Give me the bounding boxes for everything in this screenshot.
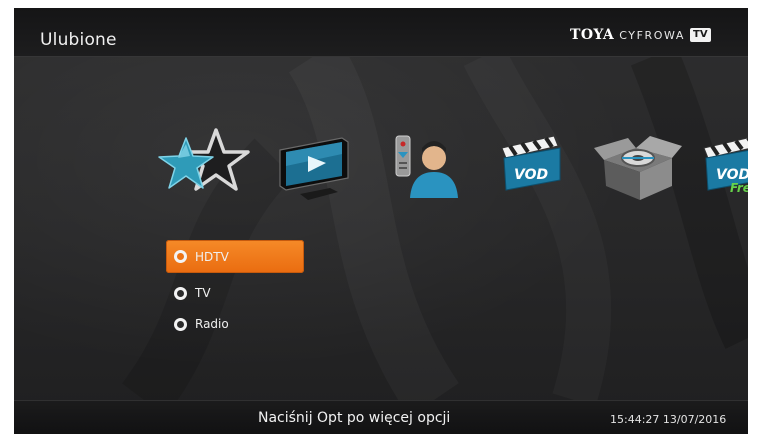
free-badge: Free [730,181,748,195]
bottom-bar: Naciśnij Opt po więcej opcji 15:44:27 13… [14,400,748,434]
category-carousel: VOD VOD Free [14,118,748,218]
menu-item-tv[interactable]: TV [166,279,211,307]
options-hint: Naciśnij Opt po więcej opcji [258,410,451,426]
brand-logo: TOYA CYFROWA TV [570,25,711,45]
brand-badge: TV [690,28,711,42]
vod-label: VOD [514,167,548,183]
menu-item-label: Radio [195,317,229,331]
screen-title: Ulubione [40,30,117,50]
brand-name: TOYA [570,27,615,43]
clapperboard-free-icon: VOD Free [703,137,748,195]
category-favorites[interactable] [156,118,256,218]
box-film-icon [594,136,682,200]
menu-item-radio[interactable]: Radio [166,310,229,338]
star-icon [158,128,250,191]
category-archive[interactable] [588,118,688,218]
radio-button-icon [174,286,187,300]
category-tv[interactable] [270,118,370,218]
radio-button-icon [174,250,187,263]
category-user[interactable] [376,118,476,218]
tv-play-icon [279,137,349,200]
brand-suffix: CYFROWA [619,28,686,42]
clock: 15:44:27 13/07/2016 [610,413,727,426]
radio-button-icon [174,317,187,331]
menu-item-label: HDTV [195,249,229,264]
category-vod[interactable]: VOD [484,118,584,218]
favorites-screen: Ulubione TOYA CYFROWA TV VOD VOD Fr HDTV… [14,8,748,434]
menu-item-label: TV [195,286,211,300]
user-remote-icon [395,135,458,198]
clapperboard-icon: VOD [501,135,561,191]
top-bar: Ulubione TOYA CYFROWA TV [14,8,748,57]
menu-item-hdtv[interactable]: HDTV [166,240,304,273]
category-vod-free[interactable]: VOD Free [686,118,748,218]
background-swirls [121,46,748,417]
